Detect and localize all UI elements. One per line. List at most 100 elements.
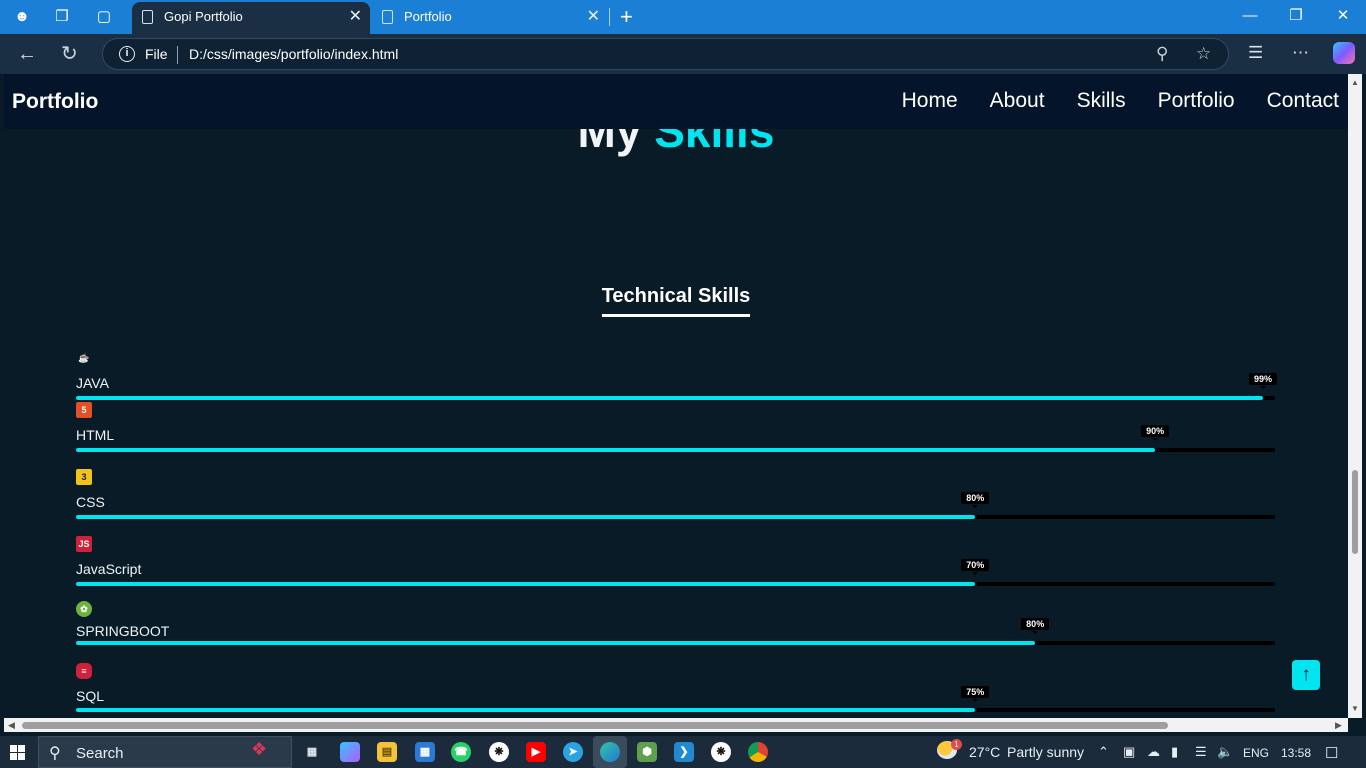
minimize-icon[interactable]: —: [1227, 0, 1273, 34]
close-window-icon[interactable]: ✕: [1320, 0, 1366, 34]
new-tab-icon[interactable]: +: [620, 4, 633, 30]
nodejs-icon[interactable]: ⬢: [637, 742, 657, 762]
task-view-icon[interactable]: ▦: [302, 742, 322, 762]
skill-label: JavaScript: [76, 561, 142, 577]
url-text[interactable]: D:/css/images/portfolio/index.html: [189, 46, 398, 62]
scheme-label: File: [145, 46, 168, 62]
java-icon: ☕: [78, 353, 90, 363]
skill-progress-track: [76, 708, 1275, 712]
skill-label: JAVA: [76, 375, 109, 391]
skill-percent-tooltip: 75%: [961, 686, 990, 702]
favorite-star-icon[interactable]: ☆: [1196, 44, 1211, 64]
html5-icon: 5: [76, 402, 92, 418]
skill-percent-tooltip: 80%: [1021, 618, 1050, 634]
vertical-scrollbar[interactable]: ▲ ▼: [1348, 74, 1362, 718]
store-icon[interactable]: ▦: [415, 742, 435, 762]
nav-skills[interactable]: Skills: [1077, 89, 1126, 113]
cloud-icon[interactable]: ☁: [1147, 744, 1160, 760]
scroll-up-icon[interactable]: ▲: [1351, 78, 1359, 87]
info-icon[interactable]: i: [119, 46, 135, 62]
more-menu-icon[interactable]: ⋯: [1292, 43, 1309, 63]
weather-temp[interactable]: 27°C: [969, 744, 1000, 760]
clock[interactable]: 13:58: [1281, 746, 1311, 760]
nav-about[interactable]: About: [990, 89, 1045, 113]
back-icon[interactable]: ←: [17, 42, 37, 66]
edge-icon[interactable]: [600, 742, 620, 762]
site-menu: Home About Skills Portfolio Contact: [902, 89, 1339, 113]
refresh-icon[interactable]: ↻: [61, 42, 78, 66]
address-bar[interactable]: i File D:/css/images/portfolio/index.htm…: [102, 38, 1229, 70]
skill-label: SQL: [76, 688, 105, 704]
vscode-icon[interactable]: ❯: [674, 742, 694, 762]
chrome-icon[interactable]: [748, 742, 768, 762]
scroll-right-icon[interactable]: ▶: [1335, 720, 1342, 731]
tab-actions-icon[interactable]: ▢: [93, 6, 115, 28]
browser-tab-strip: ☻ ❐ ▢ Gopi Portfolio ✕ Portfolio ✕ + — ❐…: [0, 0, 1366, 34]
restore-icon[interactable]: ❐: [1273, 0, 1319, 34]
site-navbar: Portfolio Home About Skills Portfolio Co…: [4, 74, 1348, 129]
skill-progress-track: [76, 515, 1275, 519]
close-tab-icon[interactable]: ✕: [587, 2, 600, 32]
skill-label: HTML: [76, 427, 115, 443]
battery-icon[interactable]: ▮: [1171, 744, 1178, 760]
wifi-icon[interactable]: ☰: [1195, 744, 1207, 760]
tab-title: Portfolio: [404, 9, 452, 24]
volume-icon[interactable]: 🔈: [1217, 744, 1233, 760]
javascript-icon: JS: [76, 536, 92, 552]
scroll-down-icon[interactable]: ▼: [1351, 704, 1359, 713]
skill-percent-tooltip: 99%: [1248, 373, 1278, 389]
skill-percent-tooltip: 80%: [961, 492, 990, 508]
skill-label: SPRINGBOOT: [76, 623, 170, 639]
favorites-icon[interactable]: ☰: [1248, 43, 1263, 63]
tab-gopi-portfolio[interactable]: Gopi Portfolio ✕: [132, 2, 370, 34]
nav-home[interactable]: Home: [902, 89, 958, 113]
taskbar-search[interactable]: ⚲ Search ❖: [38, 736, 292, 768]
vertical-scroll-thumb[interactable]: [1352, 470, 1358, 554]
search-icon: ⚲: [49, 745, 61, 762]
skill-progress-fill: [76, 515, 976, 519]
workspaces-icon[interactable]: ❐: [51, 6, 73, 28]
chatgpt-icon[interactable]: ❋: [489, 742, 509, 762]
skill-progress-fill: [76, 448, 1156, 452]
scroll-left-icon[interactable]: ◀: [8, 720, 15, 731]
chatgpt-desktop-icon[interactable]: ❋: [711, 742, 731, 762]
nav-contact[interactable]: Contact: [1267, 89, 1339, 113]
tab-title: Gopi Portfolio: [164, 9, 243, 24]
search-label: Search: [76, 745, 124, 762]
youtube-icon[interactable]: ▶: [526, 742, 546, 762]
copilot-icon[interactable]: [1333, 42, 1355, 64]
weather-badge: 1: [951, 739, 962, 750]
notifications-icon[interactable]: ☐: [1325, 744, 1338, 762]
profile-avatar-icon[interactable]: ☻: [11, 6, 33, 28]
whatsapp-icon[interactable]: ☎: [451, 742, 471, 762]
tab-portfolio[interactable]: Portfolio ✕: [372, 2, 608, 34]
skill-javascript: JS JavaScript 70%: [76, 534, 1275, 604]
skill-html: 5 HTML 90%: [76, 400, 1275, 470]
skill-label: CSS: [76, 494, 105, 510]
start-button[interactable]: [10, 745, 25, 760]
telegram-icon[interactable]: ➤: [563, 742, 583, 762]
zoom-icon[interactable]: ⚲: [1156, 44, 1168, 64]
page-viewport: My Skills Portfolio Home About Skills Po…: [4, 74, 1348, 718]
page-icon: [382, 10, 393, 24]
back-to-top-button[interactable]: ↑: [1292, 660, 1320, 690]
spring-icon: ✿: [76, 601, 92, 617]
skill-progress-track: [76, 641, 1275, 645]
language-indicator[interactable]: ENG: [1243, 746, 1269, 760]
file-explorer-icon[interactable]: ▤: [377, 742, 397, 762]
skill-sql: ≡ SQL 75%: [76, 661, 1275, 718]
close-tab-icon[interactable]: ✕: [349, 2, 362, 32]
weather-condition[interactable]: Partly sunny: [1007, 744, 1084, 760]
skill-progress-fill: [76, 582, 976, 586]
copilot-app-icon[interactable]: [340, 742, 360, 762]
horizontal-scroll-thumb[interactable]: [22, 722, 1168, 729]
meet-now-icon[interactable]: ▣: [1123, 744, 1135, 760]
horizontal-scrollbar[interactable]: ◀ ▶: [4, 718, 1348, 732]
skill-progress-track: [76, 582, 1275, 586]
skill-progress-track: [76, 448, 1275, 452]
site-brand[interactable]: Portfolio: [12, 90, 98, 114]
database-icon: ≡: [76, 663, 92, 679]
skill-progress-fill: [76, 708, 976, 712]
nav-portfolio[interactable]: Portfolio: [1158, 89, 1235, 113]
show-hidden-icons-icon[interactable]: ⌃: [1098, 744, 1109, 760]
